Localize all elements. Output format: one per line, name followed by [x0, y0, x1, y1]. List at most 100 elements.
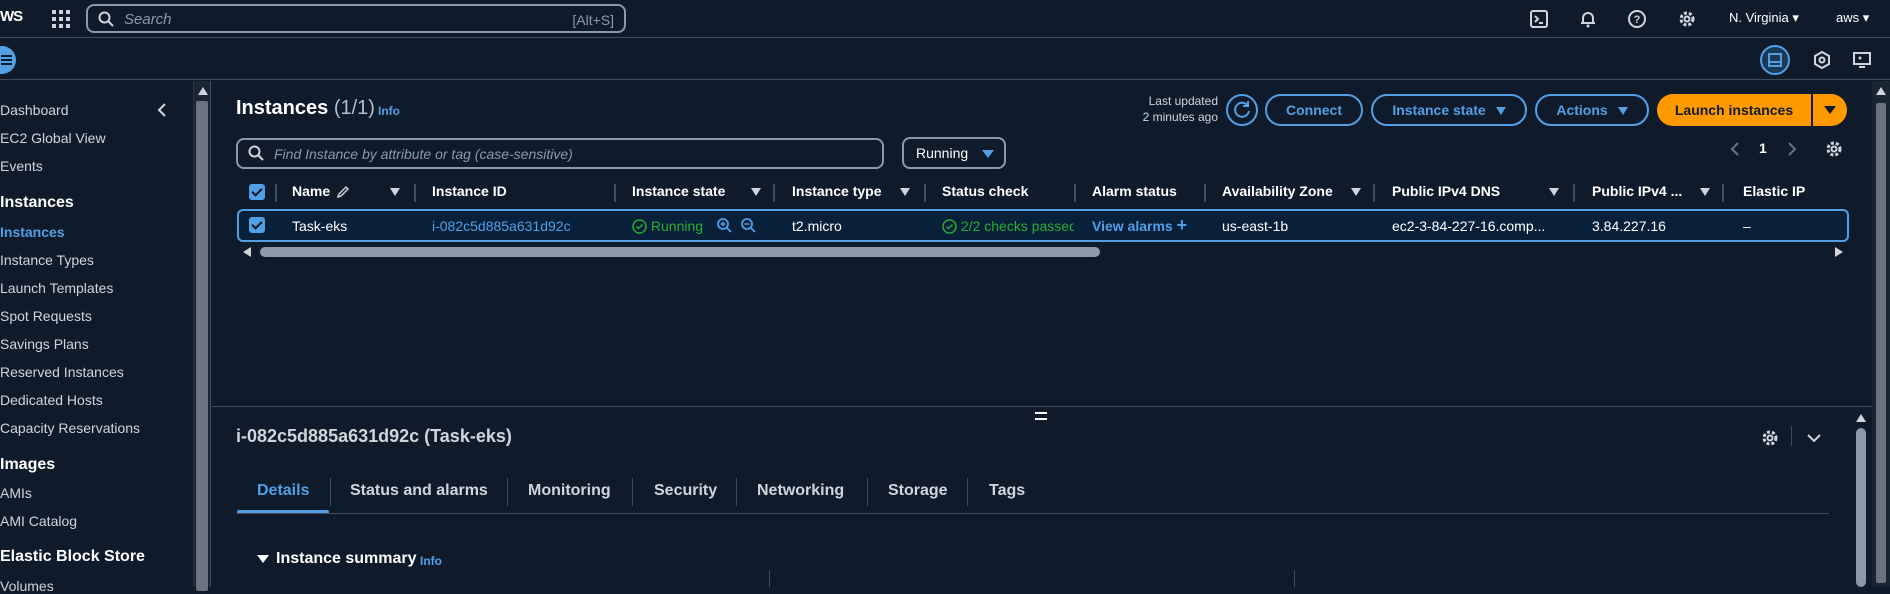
help-icon[interactable]: ?: [1627, 9, 1647, 29]
column-header-alarm-status[interactable]: Alarm status: [1092, 183, 1177, 199]
sidebar-item-amis[interactable]: AMIs: [0, 485, 32, 501]
column-header-instance-type[interactable]: Instance type: [792, 183, 881, 199]
aws-logo[interactable]: WS: [0, 8, 23, 25]
collapse-sidebar-icon[interactable]: [156, 103, 168, 117]
status-check-label: 2/2 checks passed: [960, 218, 1074, 234]
instances-list-panel: [212, 81, 1872, 406]
cloudshell-icon[interactable]: [1529, 9, 1549, 29]
column-divider: [1204, 184, 1206, 202]
settings-gear-icon[interactable]: [1677, 9, 1697, 29]
column-header-public-ipv4[interactable]: Public IPv4 ...: [1592, 183, 1682, 199]
tab-tags[interactable]: Tags: [989, 482, 1025, 500]
chevron-down-icon[interactable]: [1806, 430, 1822, 446]
instance-summary-heading[interactable]: Instance summary: [276, 550, 417, 568]
instance-state-dropdown[interactable]: Instance state: [1371, 94, 1527, 126]
account-menu[interactable]: aws ▾: [1836, 10, 1869, 26]
sort-caret-icon[interactable]: [900, 188, 910, 196]
global-search-input[interactable]: Search [Alt+S]: [86, 4, 626, 33]
sidebar-item-savings-plans[interactable]: Savings Plans: [0, 336, 89, 352]
sidebar-item-ec2-global-view[interactable]: EC2 Global View: [0, 130, 106, 146]
sidebar-item-instance-types[interactable]: Instance Types: [0, 252, 94, 268]
select-all-checkbox[interactable]: [249, 184, 265, 200]
column-divider: [614, 184, 616, 202]
actions-dropdown[interactable]: Actions: [1535, 94, 1649, 126]
refresh-button[interactable]: [1226, 94, 1258, 126]
zoom-in-icon[interactable]: [716, 217, 732, 233]
sidebar-item-launch-templates[interactable]: Launch Templates: [0, 280, 113, 296]
screen-share-icon[interactable]: [1851, 49, 1873, 71]
sort-caret-icon[interactable]: [751, 188, 761, 196]
instance-filter-input[interactable]: Find Instance by attribute or tag (case-…: [236, 138, 884, 169]
tab-security[interactable]: Security: [654, 482, 717, 500]
services-menu-icon[interactable]: [52, 10, 70, 28]
side-navigation-toggle[interactable]: [0, 46, 16, 74]
details-settings-gear-icon[interactable]: [1760, 428, 1780, 448]
details-title: i-082c5d885a631d92c (Task-eks): [236, 426, 512, 446]
resize-handle-icon[interactable]: [1035, 412, 1047, 420]
column-divider: [1294, 570, 1295, 587]
main-vertical-scrollbar[interactable]: [1872, 81, 1890, 587]
panel-splitter[interactable]: [212, 406, 1872, 407]
sidebar-section-images[interactable]: Images: [0, 456, 55, 474]
table-preferences-gear-icon[interactable]: [1824, 139, 1844, 159]
column-header-instance-id[interactable]: Instance ID: [432, 183, 507, 199]
row-checkbox[interactable]: [249, 217, 265, 233]
sidebar-section-elastic-block-store[interactable]: Elastic Block Store: [0, 548, 145, 566]
launch-instances-button[interactable]: Launch instances: [1657, 94, 1811, 126]
column-label: Name: [292, 183, 331, 199]
column-header-public-ipv4-dns[interactable]: Public IPv4 DNS: [1392, 183, 1500, 199]
sidebar-item-dedicated-hosts[interactable]: Dedicated Hosts: [0, 392, 103, 408]
details-scrollbar[interactable]: [1852, 410, 1870, 587]
current-page[interactable]: 1: [1759, 140, 1767, 156]
sidebar-item-volumes[interactable]: Volumes: [0, 578, 54, 594]
cell-instance-id-link[interactable]: i-082c5d885a631d92c: [432, 218, 571, 234]
edit-pencil-icon[interactable]: [336, 185, 350, 199]
tab-storage[interactable]: Storage: [888, 482, 948, 500]
sidebar-item-capacity-reservations[interactable]: Capacity Reservations: [0, 420, 140, 436]
search-icon: [248, 145, 264, 161]
summary-info-link[interactable]: Info: [420, 554, 442, 568]
tab-networking[interactable]: Networking: [757, 482, 844, 500]
sort-caret-icon[interactable]: [1351, 188, 1361, 196]
sidebar-item-events[interactable]: Events: [0, 158, 43, 174]
next-page-icon[interactable]: [1787, 141, 1797, 157]
refresh-icon: [1234, 101, 1250, 118]
expand-triangle-icon[interactable]: [257, 555, 269, 563]
cell-name: Task-eks: [292, 218, 348, 234]
view-alarms-link[interactable]: View alarms +: [1092, 216, 1187, 234]
sidebar-item-reserved-instances[interactable]: Reserved Instances: [0, 364, 124, 380]
column-divider: [414, 184, 416, 202]
sidebar-item-spot-requests[interactable]: Spot Requests: [0, 308, 92, 324]
sort-caret-icon[interactable]: [390, 188, 400, 196]
caret-down-icon: [1617, 107, 1628, 116]
sidebar-section-instances[interactable]: Instances: [0, 194, 74, 212]
column-header-instance-state[interactable]: Instance state: [632, 183, 725, 199]
notifications-bell-icon[interactable]: [1578, 9, 1598, 29]
sort-caret-icon[interactable]: [1549, 188, 1559, 196]
zoom-out-icon[interactable]: [740, 217, 756, 233]
panel-layout-button[interactable]: [1760, 45, 1790, 75]
tab-status-and-alarms[interactable]: Status and alarms: [350, 482, 488, 500]
launch-options-dropdown[interactable]: [1813, 94, 1847, 126]
caret-down-icon: [982, 150, 994, 158]
state-filter-select[interactable]: Running: [902, 137, 1006, 169]
column-header-name[interactable]: Name: [292, 183, 350, 199]
sidebar-scrollbar[interactable]: [193, 81, 211, 591]
caret-down-icon: [1495, 107, 1506, 116]
hexagon-settings-icon[interactable]: [1811, 49, 1833, 71]
sidebar-item-instances[interactable]: Instances: [0, 224, 65, 240]
region-selector[interactable]: N. Virginia ▾: [1729, 10, 1799, 26]
column-header-elastic-ip[interactable]: Elastic IP: [1743, 183, 1805, 199]
previous-page-icon[interactable]: [1730, 141, 1740, 157]
table-horizontal-scrollbar[interactable]: [238, 245, 1848, 259]
column-header-status-check[interactable]: Status check: [942, 183, 1028, 199]
column-header-availability-zone[interactable]: Availability Zone: [1222, 183, 1333, 199]
tab-details[interactable]: Details: [257, 482, 309, 500]
sidebar-item-dashboard[interactable]: Dashboard: [0, 102, 69, 118]
tab-monitoring[interactable]: Monitoring: [528, 482, 611, 500]
tab-divider: [967, 478, 968, 506]
sidebar-item-ami-catalog[interactable]: AMI Catalog: [0, 513, 77, 529]
sort-caret-icon[interactable]: [1700, 188, 1710, 196]
info-link[interactable]: Info: [378, 104, 400, 118]
connect-button[interactable]: Connect: [1265, 94, 1363, 126]
